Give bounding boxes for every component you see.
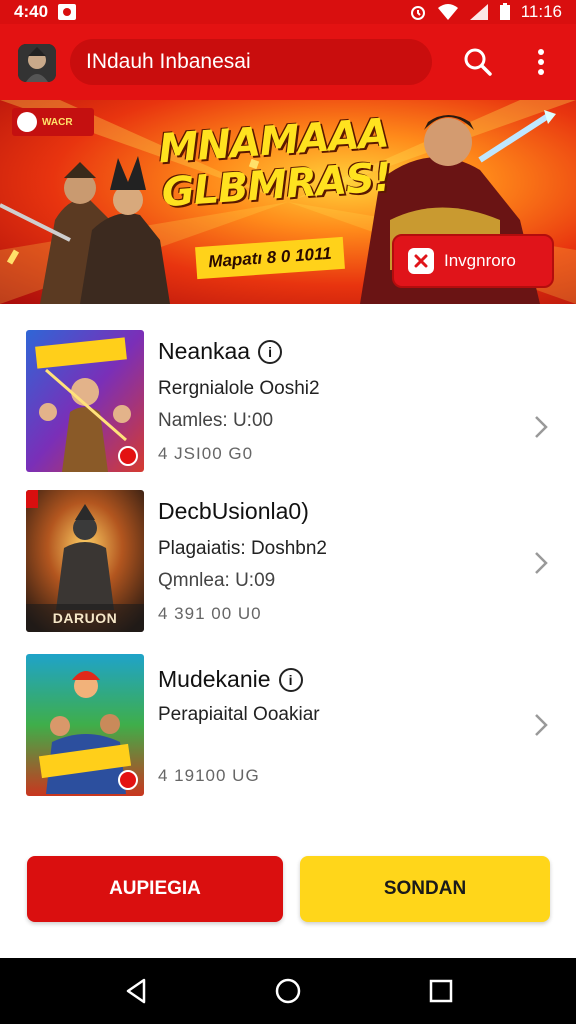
info-icon[interactable]: i xyxy=(278,667,303,692)
list-item[interactable]: Neankaa i Rergnialole Ooshi2 Namles: U:0… xyxy=(0,330,576,480)
status-bar: 4:40 11:16 xyxy=(0,0,576,24)
banner-cta-button[interactable]: Invgnroro xyxy=(392,234,554,288)
item-subtitle: Perapiaital Ooakiar xyxy=(158,704,320,725)
app-bar: INdauh Inbanesai xyxy=(0,24,576,100)
list-item[interactable]: Mudekanie i Perapiaital Ooakiar 4 19100 … xyxy=(0,654,576,804)
item-thumbnail xyxy=(26,330,144,472)
item-price: 4 19100 UG xyxy=(158,766,260,785)
search-icon xyxy=(464,48,492,76)
battery-icon xyxy=(499,3,510,20)
list-item[interactable]: DARUON DecbUsionla0) Plagaiatis: Doshbn2… xyxy=(0,490,576,640)
item-subtitle: Plagaiatis: Doshbn2 xyxy=(158,538,327,559)
promo-banner[interactable]: WACR MNAMAAA GLBMRAS! Mapatı 8 0 1011 In… xyxy=(0,100,576,304)
secondary-button[interactable]: SONDAN xyxy=(300,856,550,922)
banner-title: MNAMAAA GLBMRAS! xyxy=(157,110,393,217)
chevron-right-icon[interactable] xyxy=(530,710,552,740)
notification-icon xyxy=(58,4,77,20)
banner-cta-label: Invgnroro xyxy=(444,251,516,270)
primary-button[interactable]: AUPIEGIA xyxy=(27,856,283,922)
item-title: Neankaa xyxy=(158,338,251,364)
search-button[interactable] xyxy=(460,44,496,80)
wifi-icon xyxy=(437,4,458,20)
more-menu-button[interactable] xyxy=(526,44,556,80)
item-title-row: Neankaa i xyxy=(158,338,283,365)
status-time-left: 4:40 xyxy=(14,2,49,21)
app-title-bar[interactable]: INdauh Inbanesai xyxy=(70,39,432,85)
status-time-right: 11:16 xyxy=(520,2,562,21)
system-nav-bar xyxy=(0,958,576,1024)
item-meta: Qmnlea: U:09 xyxy=(158,570,276,591)
close-x-icon xyxy=(408,248,434,274)
status-icons: 11:16 xyxy=(409,2,562,22)
alarm-icon xyxy=(410,6,425,20)
thumb-badge-icon xyxy=(118,446,138,466)
thumb-caption: DARUON xyxy=(52,610,118,626)
item-title: Mudekanie xyxy=(158,666,271,692)
banner-badge: WACR xyxy=(12,108,94,136)
chevron-right-icon[interactable] xyxy=(530,412,552,442)
item-title-row: Mudekanie i xyxy=(158,666,303,693)
item-title-row: DecbUsionla0) xyxy=(158,498,309,525)
badge-logo-icon xyxy=(17,112,37,132)
app-title: INdauh Inbanesai xyxy=(86,50,251,73)
back-icon[interactable] xyxy=(122,976,152,1006)
recents-icon[interactable] xyxy=(426,976,456,1006)
signal-icon xyxy=(469,4,488,20)
item-price: 4 391 00 U0 xyxy=(158,604,262,623)
item-meta: Namles: U:00 xyxy=(158,410,274,431)
item-subtitle: Rergnialole Ooshi2 xyxy=(158,378,320,399)
item-thumbnail xyxy=(26,654,144,796)
info-icon[interactable]: i xyxy=(258,339,283,364)
item-thumbnail: DARUON xyxy=(26,490,144,632)
item-price: 4 JSI00 G0 xyxy=(158,444,254,463)
more-vert-icon xyxy=(538,49,544,75)
thumb-badge-icon xyxy=(118,770,138,790)
home-icon[interactable] xyxy=(273,976,303,1006)
item-title: DecbUsionla0) xyxy=(158,498,309,524)
chevron-right-icon[interactable] xyxy=(530,548,552,578)
app-avatar[interactable] xyxy=(18,44,56,82)
